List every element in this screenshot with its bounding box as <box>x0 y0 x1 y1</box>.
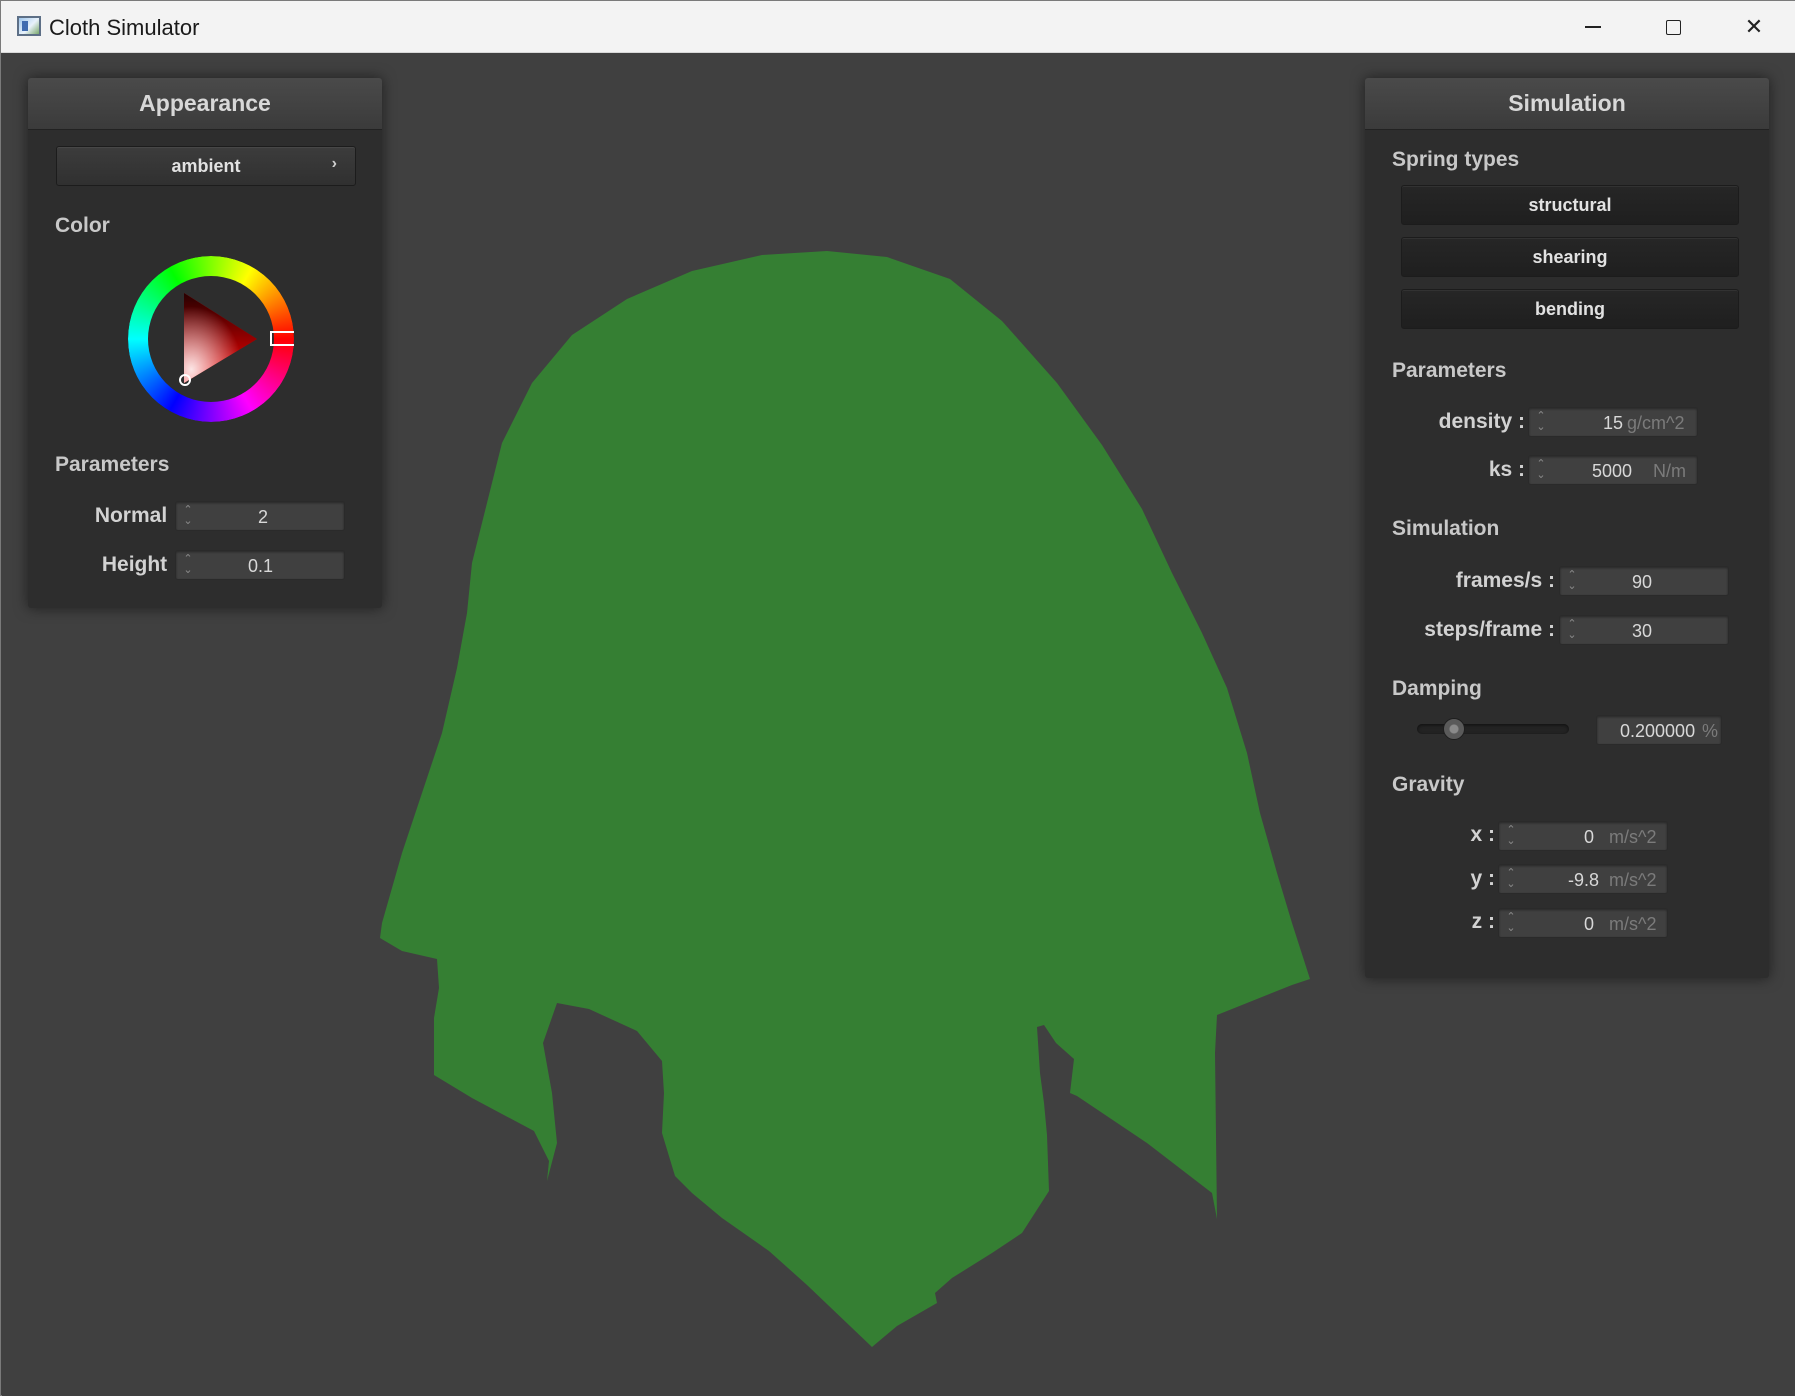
gravity-z-unit: m/s^2 <box>1609 914 1657 934</box>
shader-select-label: ambient <box>171 155 241 176</box>
close-button[interactable]: ✕ <box>1714 1 1794 53</box>
color-section-title: Color <box>55 214 110 237</box>
spin-arrows-icon[interactable]: ⌃ ⌄ <box>1566 570 1578 594</box>
gravity-y-unit: m/s^2 <box>1609 870 1657 890</box>
frames-per-second-spinbox[interactable]: ⌃ ⌄ 90 <box>1559 566 1729 596</box>
damping-section-title: Damping <box>1392 677 1482 700</box>
spring-types-title: Spring types <box>1392 148 1520 171</box>
shearing-toggle[interactable]: shearing <box>1401 237 1739 277</box>
gravity-x-spinbox[interactable]: ⌃ ⌄ 0 m/s^2 <box>1498 821 1668 851</box>
damping-field[interactable]: 0.200000 % <box>1596 715 1722 745</box>
spin-arrows-icon[interactable]: ⌃ ⌄ <box>182 554 194 578</box>
damping-value: 0.200000 <box>1620 721 1696 741</box>
steps-per-frame-spinbox[interactable]: ⌃ ⌄ 30 <box>1559 615 1729 645</box>
spin-arrows-icon[interactable]: ⌃ ⌄ <box>182 505 194 529</box>
gravity-y-label: y : <box>1470 867 1495 890</box>
color-wheel[interactable] <box>128 256 294 422</box>
normal-label: Normal : <box>94 504 180 527</box>
appearance-panel: Appearance ambient › Color Parameters No… <box>28 78 382 608</box>
simulation-panel: Simulation Spring types structural shear… <box>1365 78 1769 978</box>
density-unit: g/cm^2 <box>1627 413 1685 433</box>
minimize-icon <box>1585 26 1601 28</box>
frames-per-second-label: frames/s : <box>1455 569 1555 592</box>
gravity-x-value: 0 <box>1584 827 1595 847</box>
frames-per-second-value: 90 <box>1632 572 1653 592</box>
ks-label: ks : <box>1488 458 1525 481</box>
height-spinbox[interactable]: ⌃ ⌄ 0.1 <box>175 550 345 580</box>
gravity-z-spinbox[interactable]: ⌃ ⌄ 0 m/s^2 <box>1498 908 1668 938</box>
gravity-z-label: z : <box>1471 910 1495 933</box>
minimize-button[interactable] <box>1553 1 1633 53</box>
structural-toggle[interactable]: structural <box>1401 185 1739 225</box>
spin-arrows-icon[interactable]: ⌃ ⌄ <box>1566 619 1578 643</box>
density-spinbox[interactable]: ⌃ ⌄ 15 g/cm^2 <box>1528 407 1698 437</box>
ks-value: 5000 <box>1592 461 1633 481</box>
damping-slider[interactable] <box>1417 718 1569 740</box>
ks-spinbox[interactable]: ⌃ ⌄ 5000 N/m <box>1528 455 1698 485</box>
gravity-x-unit: m/s^2 <box>1609 827 1657 847</box>
spin-arrows-icon[interactable]: ⌃ ⌄ <box>1505 912 1517 936</box>
gravity-z-value: 0 <box>1584 914 1595 934</box>
app-window: Cloth Simulator ✕ Appearance ambient › C… <box>0 0 1795 1396</box>
spin-arrows-icon[interactable]: ⌃ ⌄ <box>1505 868 1517 892</box>
steps-per-frame-value: 30 <box>1632 621 1653 641</box>
simulation-section-title: Simulation <box>1392 517 1500 540</box>
close-icon: ✕ <box>1744 14 1764 39</box>
appearance-panel-header[interactable]: Appearance <box>28 78 382 130</box>
normal-spinbox[interactable]: ⌃ ⌄ 2 <box>175 501 345 531</box>
height-value: 0.1 <box>248 556 274 576</box>
spin-arrows-icon[interactable]: ⌃ ⌄ <box>1535 459 1547 483</box>
chevron-right-icon: › <box>331 155 337 172</box>
density-label: density : <box>1438 410 1525 433</box>
gravity-y-value: -9.8 <box>1568 870 1600 890</box>
simulation-parameters-title: Parameters <box>1392 359 1507 382</box>
density-value: 15 <box>1603 413 1624 433</box>
maximize-button[interactable] <box>1633 1 1713 53</box>
steps-per-frame-label: steps/frame : <box>1424 618 1555 641</box>
window-title: Cloth Simulator <box>49 15 200 40</box>
app-icon <box>17 16 41 36</box>
gravity-y-spinbox[interactable]: ⌃ ⌄ -9.8 m/s^2 <box>1498 864 1668 894</box>
shader-select-button[interactable]: ambient › <box>56 146 356 186</box>
title-bar[interactable]: Cloth Simulator ✕ <box>1 1 1795 53</box>
normal-value: 2 <box>258 507 269 527</box>
maximize-icon <box>1665 19 1681 35</box>
gravity-x-label: x : <box>1470 823 1495 846</box>
spin-arrows-icon[interactable]: ⌃ ⌄ <box>1535 411 1547 435</box>
cloth-shape <box>380 251 1310 1347</box>
gravity-section-title: Gravity <box>1392 773 1465 796</box>
appearance-parameters-title: Parameters <box>55 453 170 476</box>
height-label: Height : <box>101 553 180 576</box>
spin-arrows-icon[interactable]: ⌃ ⌄ <box>1505 825 1517 849</box>
damping-unit: % <box>1702 721 1719 741</box>
bending-toggle[interactable]: bending <box>1401 289 1739 329</box>
ks-unit: N/m <box>1653 461 1686 481</box>
damping-slider-handle[interactable] <box>1443 718 1465 740</box>
simulation-panel-header[interactable]: Simulation <box>1365 78 1769 130</box>
